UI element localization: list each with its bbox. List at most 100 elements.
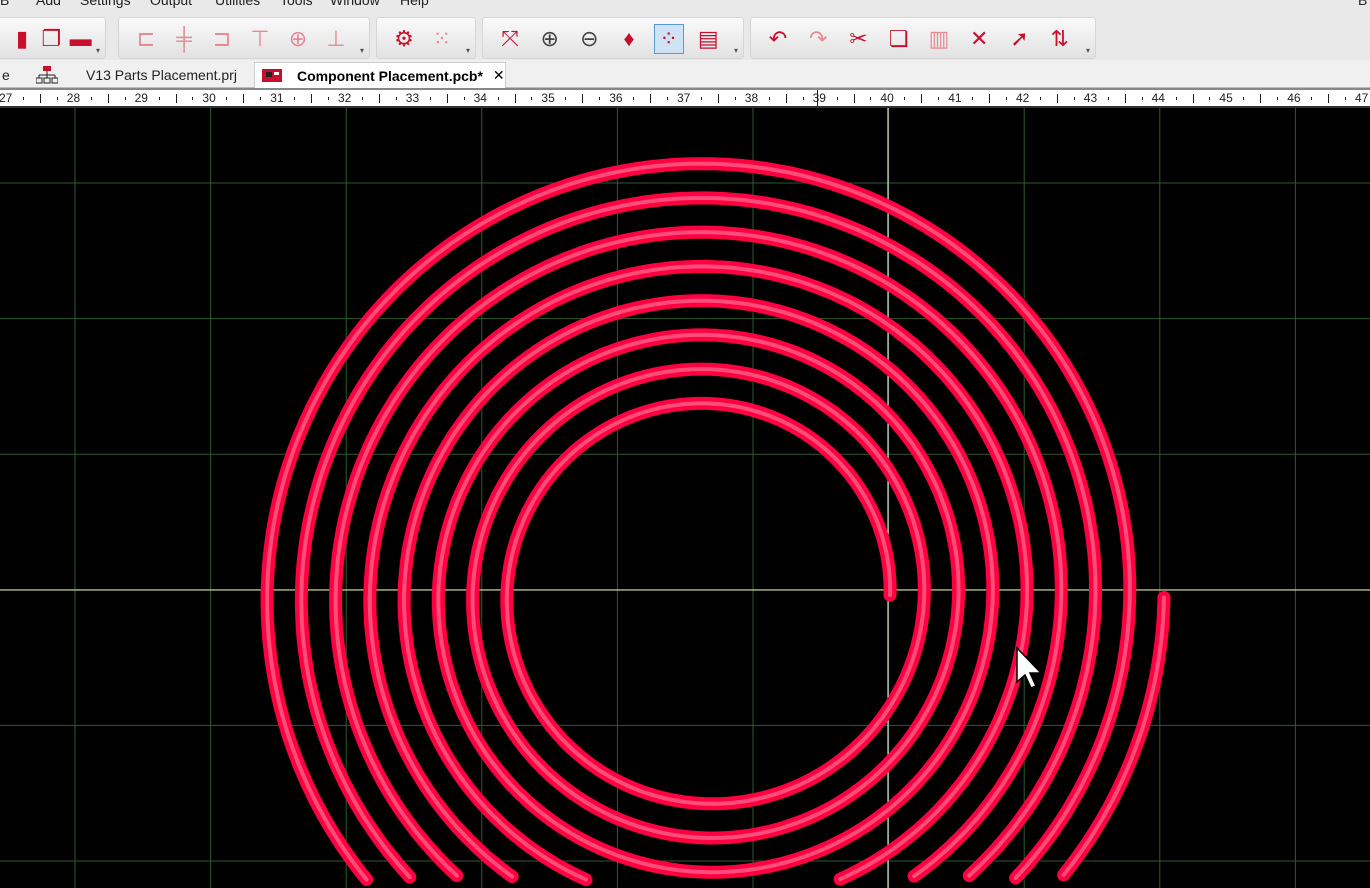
ruler-label: 29 xyxy=(134,91,148,105)
grid-edit-icon[interactable]: ⁙ xyxy=(427,24,457,54)
close-tab-icon[interactable]: ✕ xyxy=(493,67,505,84)
ruler-tick xyxy=(175,94,177,103)
redo-icon[interactable]: ↷ xyxy=(803,24,833,54)
ruler-tick xyxy=(328,97,330,100)
ruler-tick xyxy=(514,94,516,103)
ruler-label: 31 xyxy=(270,91,284,105)
ruler-tick xyxy=(853,94,855,103)
menu-help[interactable]: Help xyxy=(400,0,429,8)
align-bottom-icon[interactable]: ⊥ xyxy=(321,24,351,54)
ruler-tick xyxy=(582,94,584,103)
ruler-tick xyxy=(599,97,601,100)
align-top-icon[interactable]: ⊤ xyxy=(245,24,275,54)
ruler-label: 37 xyxy=(677,91,691,105)
toolbar-overflow-icon[interactable]: ▾ xyxy=(734,47,741,55)
zoom-fit-icon[interactable]: ⤧ xyxy=(495,24,525,54)
project-tree-icon xyxy=(36,66,58,84)
tab-pcb[interactable]: Component Placement.pcb* ✕ xyxy=(254,62,506,88)
cut-icon[interactable]: ✂ xyxy=(844,24,874,54)
zoom-in-icon[interactable]: ⊕ xyxy=(535,24,565,54)
ruler-tick xyxy=(1141,97,1143,100)
ruler-tick xyxy=(1175,97,1177,100)
ruler-tick xyxy=(395,97,397,100)
menu-tools[interactable]: Tools xyxy=(280,0,313,8)
toolbar-overflow-icon[interactable]: ▾ xyxy=(96,47,103,55)
paint-bucket-icon[interactable]: ♦ xyxy=(614,24,644,54)
check-layers-icon[interactable]: ❐ xyxy=(36,24,66,54)
ruler-tick xyxy=(904,97,906,100)
align-left-icon[interactable]: ⊏ xyxy=(131,24,161,54)
ruler-tick xyxy=(294,97,296,100)
select-pointer-icon[interactable]: ➚ xyxy=(1005,24,1035,54)
ruler-label: 36 xyxy=(609,91,623,105)
tab-project[interactable]: V13 Parts Placement.prj xyxy=(28,62,254,88)
ruler-tick xyxy=(243,94,245,103)
ruler-label: 34 xyxy=(473,91,487,105)
ruler-tick xyxy=(497,97,499,100)
open-folder-icon[interactable]: ▬ xyxy=(66,24,96,54)
copy-icon[interactable]: ❏ xyxy=(884,24,914,54)
swap-component-icon[interactable]: ⇅ xyxy=(1045,24,1075,54)
undo-icon[interactable]: ↶ xyxy=(763,24,793,54)
ruler-tick xyxy=(667,97,669,100)
ruler-tick xyxy=(158,97,160,100)
menu-utilities[interactable]: Utilities xyxy=(215,0,260,8)
ruler-tick xyxy=(311,94,313,103)
menu-b[interactable]: B xyxy=(0,0,9,8)
ruler-label: 27 xyxy=(0,91,13,105)
tab-partial[interactable]: e xyxy=(0,62,26,88)
menu-output[interactable]: Output xyxy=(150,0,192,8)
zoom-out-icon[interactable]: ⊖ xyxy=(574,24,604,54)
ruler-tick xyxy=(446,94,448,103)
toolbar-overflow-icon[interactable]: ▾ xyxy=(360,47,367,55)
ruler-label: 44 xyxy=(1151,91,1165,105)
pcb-canvas[interactable] xyxy=(0,108,1370,888)
new-file-icon[interactable]: ▮ xyxy=(7,24,37,54)
align-center-icon[interactable]: ╪ xyxy=(169,24,199,54)
ruler-tick xyxy=(836,97,838,100)
menu-settings[interactable]: Settings xyxy=(80,0,131,8)
ruler-label: 38 xyxy=(744,91,759,105)
ruler-label: 28 xyxy=(66,91,81,105)
align-right-icon[interactable]: ⊐ xyxy=(207,24,237,54)
ruler-tick xyxy=(1039,97,1041,100)
document-tabs: e V13 Parts Placement.prj Component Plac… xyxy=(0,60,1370,88)
ruler-tick xyxy=(1260,94,1262,103)
ruler-label: 32 xyxy=(338,91,352,105)
toolbar-group: ⤧ ⊕ ⊖ ♦ ⁘ ▤ ▾ xyxy=(482,17,744,59)
spiral-trace-segment[interactable] xyxy=(1057,591,1171,882)
ruler-tick xyxy=(1209,97,1211,100)
ruler-tick xyxy=(785,94,787,103)
toolbar-group: ▮ ❐ ▬ ▾ xyxy=(0,17,106,59)
properties-icon[interactable]: ▤ xyxy=(693,24,723,54)
menu-window[interactable]: Window xyxy=(330,0,380,8)
ruler-tick xyxy=(1311,97,1313,100)
menu-b[interactable]: B xyxy=(1358,0,1367,8)
toolbar-group: ↶ ↷ ✂ ❏ ▥ ✕ ➚ ⇅ ▾ xyxy=(750,17,1096,59)
ruler-tick xyxy=(378,94,380,103)
ruler-tick xyxy=(1243,97,1245,100)
ruler-tick xyxy=(633,97,635,100)
ruler-tick xyxy=(768,97,770,100)
toolbar-overflow-icon[interactable]: ▾ xyxy=(466,47,473,55)
ruler-tick xyxy=(1056,94,1058,103)
spiral-trace-core xyxy=(1061,595,1166,877)
toolbar: ▮ ❐ ▬ ▾ ⊏ ╪ ⊐ ⊤ ⊕ ⊥ ▾ ⚙ ⁙ ▾ ⤧ ⊕ ⊖ ♦ ⁘ ▤ ▾ ↶ ↷ ✂ ❏ ▥ ✕ ➚ ⇅ ▾ xyxy=(0,14,1370,60)
grid-toggle-icon[interactable]: ⁘ xyxy=(653,24,684,54)
toolbar-group: ⚙ ⁙ ▾ xyxy=(376,17,476,59)
ruler-tick xyxy=(22,97,24,100)
ruler-label: 39 xyxy=(812,91,826,105)
ruler-tick xyxy=(565,97,567,100)
toolbar-overflow-icon[interactable]: ▾ xyxy=(1086,47,1093,55)
menu-add[interactable]: Add xyxy=(36,0,61,8)
toolbar-group: ⊏ ╪ ⊐ ⊤ ⊕ ⊥ ▾ xyxy=(118,17,370,59)
delete-icon[interactable]: ✕ xyxy=(964,24,994,54)
ruler-label: 33 xyxy=(405,91,420,105)
horizontal-ruler: 27 28 29 30 31 32 33 34 35 36 37 38 39 40 41 42 43 44 45 46… xyxy=(0,88,1370,108)
settings-gears-icon[interactable]: ⚙ xyxy=(389,24,419,54)
pcb-board-icon xyxy=(262,68,282,82)
paste-icon[interactable]: ▥ xyxy=(924,24,954,54)
ruler-label: 43 xyxy=(1083,91,1098,105)
align-middle-icon[interactable]: ⊕ xyxy=(283,24,313,54)
spiral-trace[interactable] xyxy=(260,157,1171,887)
